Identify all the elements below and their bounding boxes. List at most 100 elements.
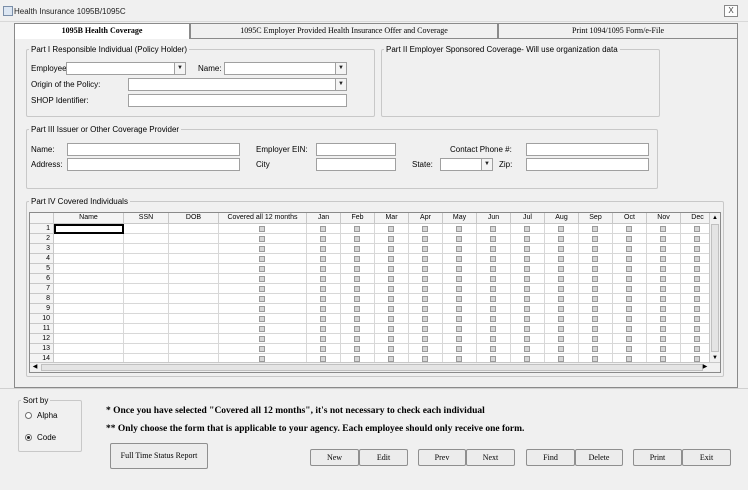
checkbox[interactable] (388, 346, 394, 352)
checkbox-cell[interactable] (443, 224, 477, 234)
text-cell[interactable] (169, 244, 219, 254)
checkbox[interactable] (320, 306, 326, 312)
checkbox[interactable] (694, 276, 700, 282)
checkbox[interactable] (422, 256, 428, 262)
checkbox[interactable] (422, 316, 428, 322)
checkbox[interactable] (592, 346, 598, 352)
checkbox[interactable] (422, 296, 428, 302)
checkbox-cell[interactable] (219, 264, 307, 274)
checkbox-cell[interactable] (613, 254, 647, 264)
checkbox-cell[interactable] (341, 344, 375, 354)
checkbox[interactable] (694, 306, 700, 312)
text-cell[interactable] (124, 294, 169, 304)
checkbox-cell[interactable] (579, 254, 613, 264)
text-cell[interactable] (54, 344, 124, 354)
horizontal-scrollbar[interactable]: ◀ ▶ (30, 362, 720, 372)
checkbox-cell[interactable] (477, 274, 511, 284)
scroll-thumb-horizontal[interactable] (41, 364, 703, 371)
checkbox[interactable] (694, 296, 700, 302)
checkbox[interactable] (422, 336, 428, 342)
text-cell[interactable] (54, 234, 124, 244)
checkbox-cell[interactable] (307, 294, 341, 304)
checkbox[interactable] (320, 246, 326, 252)
checkbox[interactable] (320, 346, 326, 352)
checkbox[interactable] (456, 246, 462, 252)
checkbox[interactable] (259, 336, 265, 342)
column-header[interactable]: SSN (124, 213, 169, 224)
checkbox[interactable] (490, 266, 496, 272)
checkbox[interactable] (422, 276, 428, 282)
checkbox-cell[interactable] (477, 334, 511, 344)
checkbox-cell[interactable] (443, 264, 477, 274)
checkbox[interactable] (592, 336, 598, 342)
checkbox-cell[interactable] (613, 274, 647, 284)
checkbox[interactable] (626, 286, 632, 292)
checkbox[interactable] (558, 276, 564, 282)
checkbox[interactable] (354, 236, 360, 242)
text-cell[interactable] (54, 314, 124, 324)
text-cell[interactable] (169, 344, 219, 354)
text-cell[interactable] (54, 254, 124, 264)
checkbox[interactable] (694, 236, 700, 242)
checkbox[interactable] (320, 286, 326, 292)
checkbox[interactable] (456, 226, 462, 232)
column-header[interactable]: Jan (307, 213, 341, 224)
checkbox[interactable] (626, 246, 632, 252)
checkbox[interactable] (626, 236, 632, 242)
checkbox-cell[interactable] (219, 324, 307, 334)
checkbox-cell[interactable] (307, 274, 341, 284)
checkbox-cell[interactable] (545, 264, 579, 274)
checkbox-cell[interactable] (579, 224, 613, 234)
checkbox-cell[interactable] (579, 244, 613, 254)
checkbox[interactable] (456, 286, 462, 292)
checkbox[interactable] (490, 346, 496, 352)
checkbox-cell[interactable] (545, 234, 579, 244)
checkbox-cell[interactable] (375, 324, 409, 334)
checkbox-cell[interactable] (341, 234, 375, 244)
checkbox-cell[interactable] (219, 284, 307, 294)
column-header[interactable]: Aug (545, 213, 579, 224)
scroll-thumb[interactable] (711, 224, 719, 352)
checkbox-cell[interactable] (647, 334, 681, 344)
checkbox[interactable] (558, 236, 564, 242)
checkbox[interactable] (626, 256, 632, 262)
checkbox[interactable] (558, 266, 564, 272)
checkbox-cell[interactable] (511, 274, 545, 284)
checkbox-cell[interactable] (613, 324, 647, 334)
checkbox-cell[interactable] (443, 304, 477, 314)
checkbox-cell[interactable] (477, 284, 511, 294)
checkbox[interactable] (388, 326, 394, 332)
checkbox[interactable] (524, 256, 530, 262)
checkbox[interactable] (388, 316, 394, 322)
checkbox[interactable] (626, 336, 632, 342)
checkbox-cell[interactable] (511, 314, 545, 324)
checkbox-cell[interactable] (511, 284, 545, 294)
checkbox-cell[interactable] (647, 294, 681, 304)
checkbox[interactable] (320, 326, 326, 332)
checkbox[interactable] (558, 346, 564, 352)
checkbox[interactable] (694, 316, 700, 322)
checkbox-cell[interactable] (579, 304, 613, 314)
text-cell[interactable] (124, 274, 169, 284)
text-cell[interactable] (124, 224, 169, 234)
checkbox-cell[interactable] (307, 344, 341, 354)
checkbox[interactable] (422, 266, 428, 272)
checkbox-cell[interactable] (579, 294, 613, 304)
find-button[interactable]: Find (526, 449, 575, 466)
text-cell[interactable] (169, 334, 219, 344)
checkbox[interactable] (490, 226, 496, 232)
checkbox-cell[interactable] (579, 314, 613, 324)
checkbox[interactable] (259, 326, 265, 332)
text-cell[interactable] (124, 234, 169, 244)
checkbox-cell[interactable] (579, 334, 613, 344)
checkbox[interactable] (354, 336, 360, 342)
checkbox[interactable] (320, 316, 326, 322)
checkbox-cell[interactable] (511, 324, 545, 334)
checkbox-cell[interactable] (409, 324, 443, 334)
checkbox[interactable] (524, 326, 530, 332)
text-cell[interactable] (124, 264, 169, 274)
checkbox-cell[interactable] (341, 304, 375, 314)
checkbox[interactable] (354, 306, 360, 312)
checkbox-cell[interactable] (511, 294, 545, 304)
covered-individuals-grid[interactable]: Name SSN DOB Covered all 12 months Jan Feb Mar… (29, 212, 721, 373)
